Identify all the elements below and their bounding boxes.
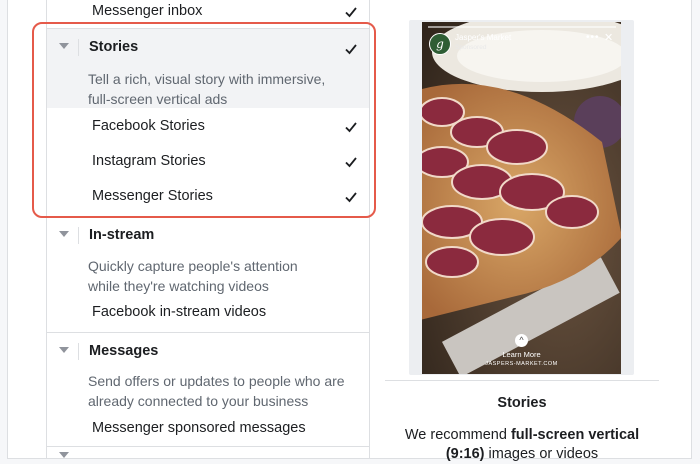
group-title: In-stream — [89, 227, 155, 243]
close-icon[interactable]: ✕ — [604, 31, 613, 44]
collapse-triangle-icon[interactable] — [59, 347, 69, 353]
sponsored-label: Sponsored — [455, 44, 487, 51]
placement-facebook-instream[interactable]: Facebook in-stream videos — [47, 295, 369, 329]
preview-caption-body: We recommend full-screen vertical (9:16)… — [395, 426, 649, 464]
ellipsis-icon[interactable]: ••• — [586, 32, 600, 43]
cta-area[interactable]: ^ Learn More JASPERS-MARKET.COM — [422, 334, 621, 367]
checkmark-icon — [345, 7, 357, 18]
placement-messenger-sponsored[interactable]: Messenger sponsored messages — [47, 411, 369, 445]
divider — [78, 343, 79, 360]
story-progress-bar — [428, 26, 616, 28]
group-description: Send offers or updates to people who are… — [88, 373, 345, 409]
site-url: JASPERS-MARKET.COM — [485, 361, 558, 367]
placement-label: Facebook in-stream videos — [92, 304, 267, 320]
preview-caption-title: Stories — [497, 395, 547, 411]
messages-group: Messages Send offers or updates to peopl… — [47, 333, 369, 411]
chevron-up-icon[interactable]: ^ — [515, 334, 528, 347]
brand-name: Jasper's Market — [455, 33, 512, 42]
group-title: Messages — [89, 343, 159, 359]
messages-group-header[interactable]: Messages — [47, 333, 369, 371]
checkbox[interactable] — [344, 5, 357, 18]
instream-group-header[interactable]: In-stream — [47, 217, 369, 255]
placement-label: Messenger inbox — [92, 3, 203, 19]
placement-label: Messenger sponsored messages — [92, 420, 306, 436]
divider — [385, 380, 659, 381]
group-description: Quickly capture people's attention while… — [88, 258, 298, 294]
fig-tart-image — [422, 22, 621, 374]
story-preview: g Jasper's Market Sponsored ••• ✕ ^ Lear… — [422, 22, 621, 374]
divider — [78, 227, 79, 244]
collapse-triangle-icon[interactable] — [59, 231, 69, 237]
collapse-triangle-icon[interactable] — [59, 452, 69, 458]
divider — [47, 446, 369, 447]
instream-group: In-stream Quickly capture people's atten… — [47, 217, 369, 295]
brand-avatar[interactable]: g — [429, 33, 451, 55]
caption-text: images or videos — [484, 446, 599, 462]
highlight-annotation — [32, 22, 376, 218]
cta-label[interactable]: Learn More — [422, 350, 621, 359]
caption-text: We recommend — [404, 427, 511, 443]
